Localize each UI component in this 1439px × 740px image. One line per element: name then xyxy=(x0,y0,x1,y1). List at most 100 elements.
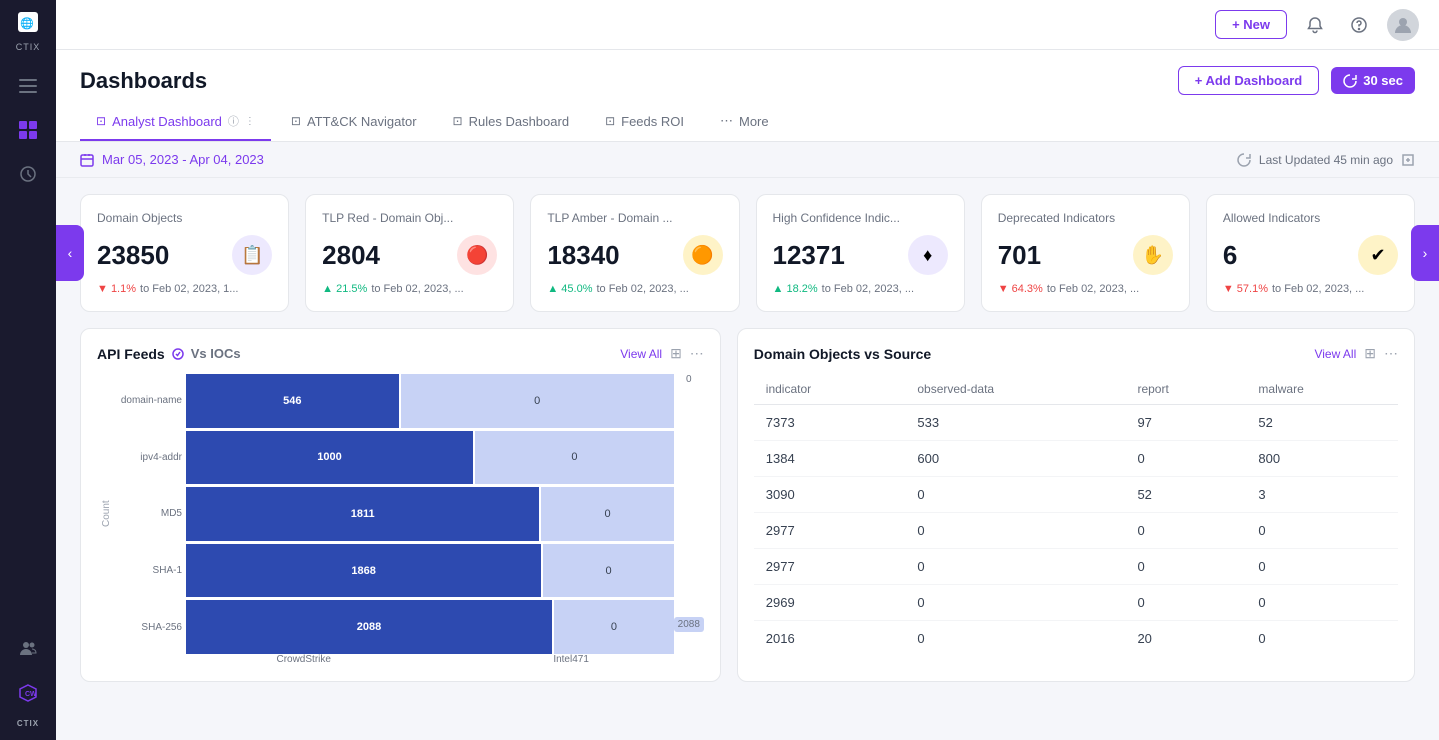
tab-attck[interactable]: ⊡ ATT&CK Navigator xyxy=(275,104,433,141)
kpi-value-3: 12371 xyxy=(773,240,845,271)
table-row[interactable]: 2977 0 0 0 xyxy=(754,549,1398,585)
bar-chart-view-all[interactable]: View All xyxy=(620,347,662,361)
sidebar-item-menu[interactable] xyxy=(10,68,46,104)
tab-analyst-more-icon[interactable]: ⋮ xyxy=(245,116,255,127)
sidebar-item-users[interactable] xyxy=(10,631,46,667)
sidebar-item-intelligence[interactable] xyxy=(10,156,46,192)
date-bar: Mar 05, 2023 - Apr 04, 2023 Last Updated… xyxy=(56,142,1439,178)
bar-cs-4: 2088 xyxy=(186,600,552,654)
kpi-card-2[interactable]: TLP Amber - Domain ... 18340 🟠 ▲ 45.0% t… xyxy=(530,194,739,312)
notifications-icon[interactable] xyxy=(1299,9,1331,41)
bar-chart-card: API Feeds Vs IOCs View All ⊞ ⋯ Count dom… xyxy=(80,328,721,682)
sidebar-item-cyware[interactable]: CW xyxy=(10,675,46,711)
domain-table-view-all[interactable]: View All xyxy=(1314,347,1356,361)
kpi-card-0[interactable]: Domain Objects 23850 📋 ▼ 1.1% to Feb 02,… xyxy=(80,194,289,312)
kpi-value-0: 23850 xyxy=(97,240,169,271)
kpi-scroll-left[interactable]: ‹ xyxy=(56,225,84,281)
table-row[interactable]: 7373 533 97 52 xyxy=(754,405,1398,441)
kpi-icon-0: 📋 xyxy=(232,235,272,275)
cell-malware-3: 0 xyxy=(1246,513,1398,549)
right-axis-top: 0 xyxy=(686,374,692,385)
add-dashboard-button[interactable]: + Add Dashboard xyxy=(1178,66,1320,95)
bar-chart-grid-icon[interactable]: ⊞ xyxy=(670,345,682,362)
tab-rules-icon: ⊡ xyxy=(453,114,463,128)
bar-chart-more-icon[interactable]: ⋯ xyxy=(690,345,704,362)
tab-more[interactable]: ⋯ More xyxy=(704,103,785,141)
refresh-timer[interactable]: 30 sec xyxy=(1331,67,1415,94)
cell-observed-2: 0 xyxy=(905,477,1125,513)
kpi-arrow-2: ▲ 45.0% xyxy=(547,283,592,295)
kpi-card-5[interactable]: Allowed Indicators 6 ✔ ▼ 57.1% to Feb 02… xyxy=(1206,194,1415,312)
kpi-title-2: TLP Amber - Domain ... xyxy=(547,211,722,225)
kpi-icon-5: ✔ xyxy=(1358,235,1398,275)
new-button[interactable]: + New xyxy=(1215,10,1287,39)
timer-value: 30 sec xyxy=(1363,73,1403,88)
cell-report-6: 20 xyxy=(1125,621,1246,657)
sidebar-bottom: CW CTIX xyxy=(10,631,46,728)
last-updated-text: Last Updated 45 min ago xyxy=(1259,153,1393,167)
bar-row-4: SHA-256 2088 0 xyxy=(112,600,674,654)
domain-table-grid-icon[interactable]: ⊞ xyxy=(1364,345,1376,362)
bar-row-1: ipv4-addr 1000 0 xyxy=(112,431,674,485)
kpi-title-4: Deprecated Indicators xyxy=(998,211,1173,225)
tab-more-icon: ⋯ xyxy=(720,113,733,129)
domain-table-more-icon[interactable]: ⋯ xyxy=(1384,345,1398,362)
table-row[interactable]: 3090 0 52 3 xyxy=(754,477,1398,513)
table-row[interactable]: 2016 0 20 0 xyxy=(754,621,1398,657)
kpi-icon-2: 🟠 xyxy=(683,235,723,275)
col-observed: observed-data xyxy=(905,374,1125,405)
kpi-value-5: 6 xyxy=(1223,240,1237,271)
bar-cs-0: 546 xyxy=(186,374,399,428)
app-name-label: CTIX xyxy=(16,42,41,52)
table-header-row: indicator observed-data report malware xyxy=(754,374,1398,405)
bar-group-0: 546 0 xyxy=(186,374,674,428)
tab-analyst[interactable]: ⊡ Analyst Dashboard ⓘ ⋮ xyxy=(80,103,271,141)
bar-intel-3: 0 xyxy=(543,544,674,598)
bar-group-3: 1868 0 xyxy=(186,544,674,598)
kpi-body-2: 18340 🟠 xyxy=(547,235,722,275)
domain-table-actions: View All ⊞ ⋯ xyxy=(1314,345,1398,362)
tab-rules[interactable]: ⊡ Rules Dashboard xyxy=(437,104,586,141)
date-range-picker[interactable]: Mar 05, 2023 - Apr 04, 2023 xyxy=(80,152,264,167)
user-avatar[interactable] xyxy=(1387,9,1419,41)
kpi-compare-4: to Feb 02, 2023, ... xyxy=(1047,283,1139,295)
tab-analyst-info[interactable]: ⓘ xyxy=(228,113,239,129)
domain-table: indicator observed-data report malware 7… xyxy=(754,374,1398,656)
bar-chart-header: API Feeds Vs IOCs View All ⊞ ⋯ xyxy=(97,345,704,362)
table-row[interactable]: 2977 0 0 0 xyxy=(754,513,1398,549)
kpi-change-4: ▼ 64.3% to Feb 02, 2023, ... xyxy=(998,283,1173,295)
domain-table-card: Domain Objects vs Source View All ⊞ ⋯ in… xyxy=(737,328,1415,682)
help-icon[interactable] xyxy=(1343,9,1375,41)
bar-row-0: domain-name 546 0 xyxy=(112,374,674,428)
kpi-compare-3: to Feb 02, 2023, ... xyxy=(822,283,914,295)
tab-feeds-label: Feeds ROI xyxy=(621,114,684,129)
kpi-body-3: 12371 ♦ xyxy=(773,235,948,275)
bar-chart-body: Count domain-name 546 0 ipv4-addr 1000 0… xyxy=(97,374,704,654)
cell-observed-3: 0 xyxy=(905,513,1125,549)
kpi-title-3: High Confidence Indic... xyxy=(773,211,948,225)
page-header: Dashboards + Add Dashboard 30 sec ⊡ Anal… xyxy=(56,50,1439,142)
kpi-arrow-1: ▲ 21.5% xyxy=(322,283,367,295)
kpi-card-1[interactable]: TLP Red - Domain Obj... 2804 🔴 ▲ 21.5% t… xyxy=(305,194,514,312)
tab-feeds[interactable]: ⊡ Feeds ROI xyxy=(589,104,700,141)
charts-row: API Feeds Vs IOCs View All ⊞ ⋯ Count dom… xyxy=(56,328,1439,698)
kpi-value-2: 18340 xyxy=(547,240,619,271)
table-row[interactable]: 1384 600 0 800 xyxy=(754,441,1398,477)
kpi-scroll-right[interactable]: › xyxy=(1411,225,1439,281)
svg-text:🌐: 🌐 xyxy=(20,17,34,30)
kpi-card-4[interactable]: Deprecated Indicators 701 ✋ ▼ 64.3% to F… xyxy=(981,194,1190,312)
table-row[interactable]: 2969 0 0 0 xyxy=(754,585,1398,621)
bar-rows-container: domain-name 546 0 ipv4-addr 1000 0 MD5 1… xyxy=(112,374,674,654)
x-label-crowdstrike: CrowdStrike xyxy=(171,654,436,665)
kpi-value-1: 2804 xyxy=(322,240,380,271)
tab-rules-label: Rules Dashboard xyxy=(469,114,569,129)
cell-malware-2: 3 xyxy=(1246,477,1398,513)
sidebar-item-dashboard[interactable] xyxy=(10,112,46,148)
kpi-change-0: ▼ 1.1% to Feb 02, 2023, 1... xyxy=(97,283,272,295)
cell-report-4: 0 xyxy=(1125,549,1246,585)
cell-observed-0: 533 xyxy=(905,405,1125,441)
kpi-card-3[interactable]: High Confidence Indic... 12371 ♦ ▲ 18.2%… xyxy=(756,194,965,312)
bar-intel-1: 0 xyxy=(475,431,674,485)
kpi-icon-1: 🔴 xyxy=(457,235,497,275)
col-indicator: indicator xyxy=(754,374,906,405)
